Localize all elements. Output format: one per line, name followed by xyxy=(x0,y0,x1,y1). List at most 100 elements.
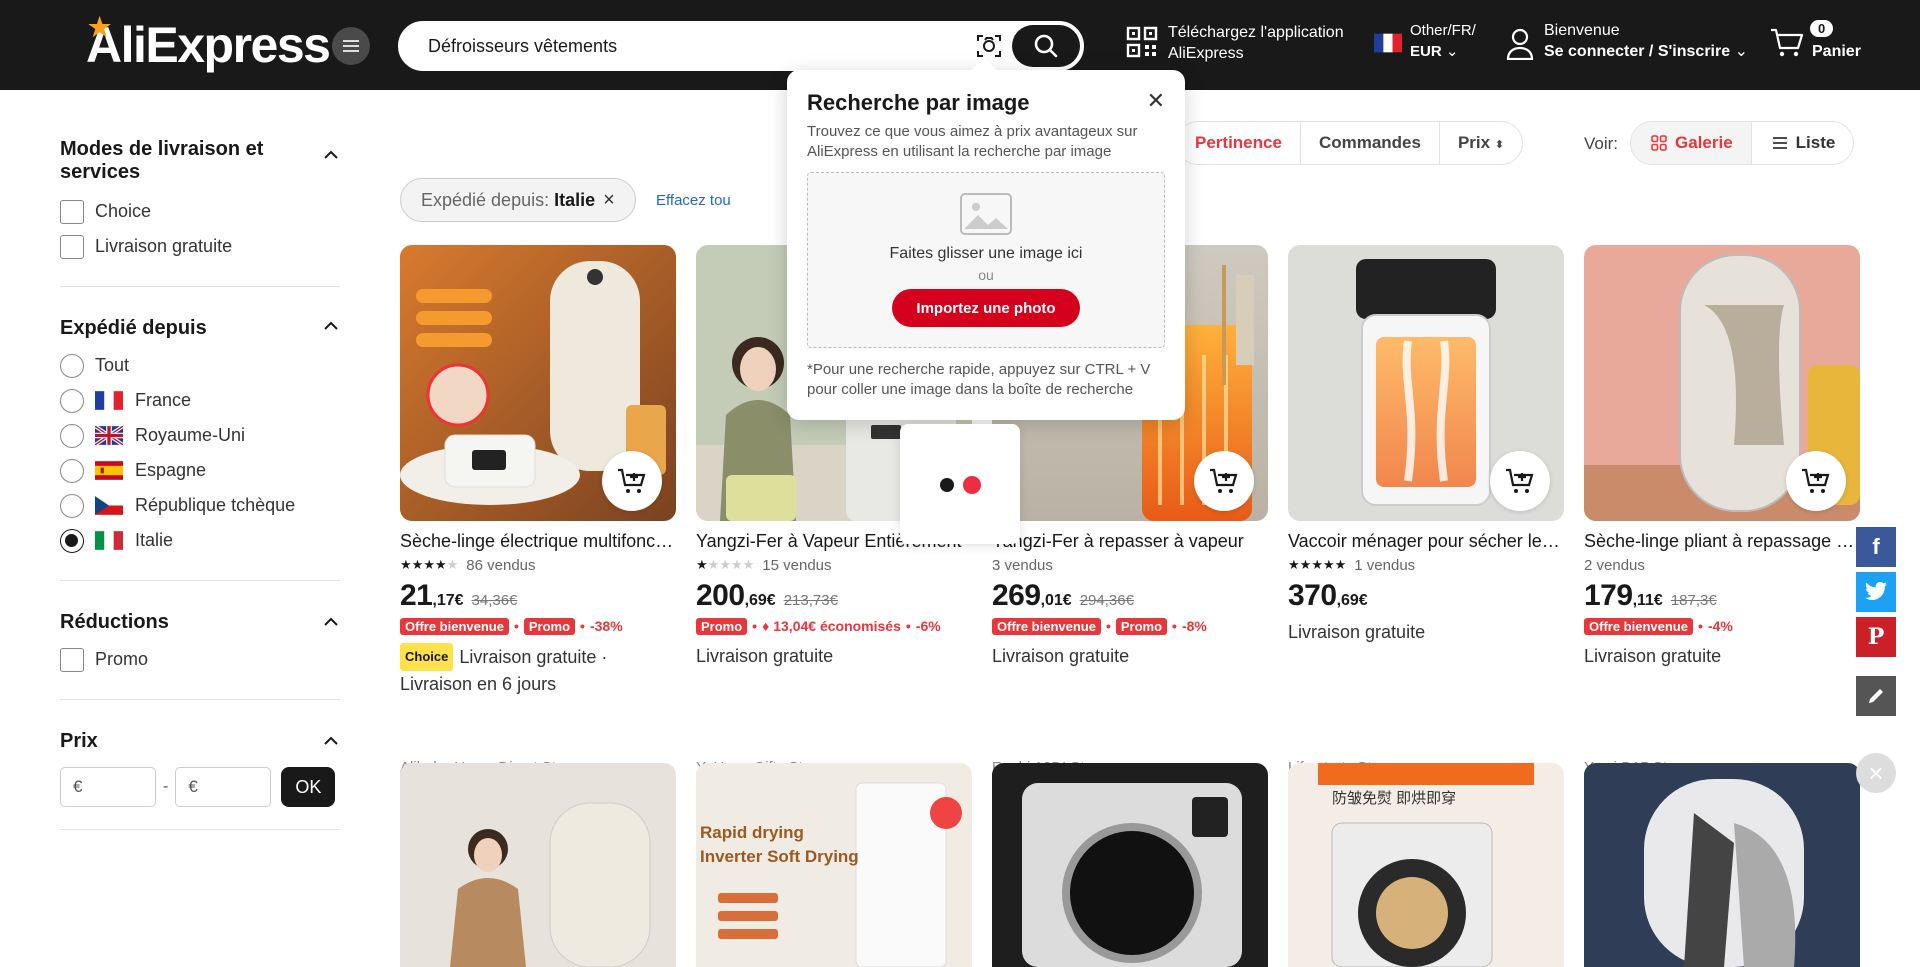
price-decimal: ,17€ xyxy=(432,592,464,609)
checkbox[interactable] xyxy=(60,199,84,224)
signin-link[interactable]: Se connecter / S'inscrire xyxy=(1544,43,1730,60)
product-price: 179,11€ 187,3€ xyxy=(1584,579,1860,615)
chevron-up-icon[interactable] xyxy=(324,150,338,159)
radio[interactable] xyxy=(60,423,84,448)
product-card[interactable] xyxy=(1584,763,1860,967)
option-label: France xyxy=(135,390,192,410)
close-icon[interactable]: ✕ xyxy=(1147,88,1165,114)
filter-option-promo[interactable]: Promo xyxy=(60,642,340,677)
menu-button[interactable] xyxy=(332,27,370,65)
product-image[interactable] xyxy=(1584,763,1860,967)
region-selector[interactable]: Other/FR/EUR ⌄ xyxy=(1374,20,1476,62)
view-list[interactable]: Liste xyxy=(1750,122,1854,164)
radio[interactable] xyxy=(60,493,84,518)
chip-value: Italie xyxy=(554,189,596,210)
add-to-cart-button[interactable] xyxy=(1786,451,1846,511)
filter-option-free-shipping[interactable]: Livraison gratuite xyxy=(60,229,340,264)
product-image[interactable] xyxy=(1584,245,1860,521)
filter-option-france[interactable]: France xyxy=(60,383,340,418)
radio[interactable] xyxy=(60,458,84,483)
promo-tags: Offre bienvenue • -4% xyxy=(1584,615,1860,637)
facebook-share-button[interactable]: f xyxy=(1856,527,1896,567)
active-filter-chip[interactable]: Expédié depuis: Italie × xyxy=(400,178,636,222)
sold-count: 2 vendus xyxy=(1584,556,1645,574)
rating-stars: ★ ★ ★ ★ ★ xyxy=(1288,557,1347,572)
radio-selected[interactable] xyxy=(60,528,84,553)
product-title[interactable]: Vaccoir ménager pour sécher le linge xyxy=(1288,531,1564,555)
close-icon[interactable]: × xyxy=(603,189,615,212)
product-title[interactable]: Yangzi-Fer à repasser à vapeur xyxy=(992,531,1268,555)
product-card[interactable]: Vaccoir ménager pour sécher le linge ★ ★ ★… xyxy=(1288,245,1564,776)
filter-option-uk[interactable]: Royaume-Uni xyxy=(60,418,340,453)
or-text: ou xyxy=(978,267,994,283)
add-to-cart-button[interactable] xyxy=(1490,451,1550,511)
product-card[interactable]: Sèche-linge électrique multifonction ★ ★ ★… xyxy=(400,245,676,776)
radio[interactable] xyxy=(60,353,84,378)
sort-price[interactable]: Prix ⬍ xyxy=(1438,122,1522,164)
add-to-cart-button[interactable] xyxy=(1194,451,1254,511)
radio[interactable] xyxy=(60,388,84,413)
sort-orders[interactable]: Commandes xyxy=(1299,122,1439,164)
product-title[interactable]: Sèche-linge électrique multifonction xyxy=(400,531,676,555)
filter-option-choice[interactable]: Choice xyxy=(60,194,340,229)
product-image[interactable]: Rapid drying Inverter Soft Drying xyxy=(696,763,972,967)
twitter-share-button[interactable] xyxy=(1856,572,1896,612)
product-image[interactable] xyxy=(400,763,676,967)
product-image[interactable] xyxy=(400,245,676,521)
product-image[interactable]: 防皱免熨 即烘即穿 xyxy=(1288,763,1564,967)
user-icon xyxy=(1506,28,1534,60)
chevron-up-icon[interactable] xyxy=(324,617,338,626)
filter-option-czech[interactable]: République tchèque xyxy=(60,488,340,523)
filter-title[interactable]: Prix xyxy=(60,730,290,753)
price-decimal: ,69€ xyxy=(1336,592,1368,609)
filter-title[interactable]: Réductions xyxy=(60,611,290,634)
old-price: 187,3€ xyxy=(1670,592,1717,609)
product-card[interactable]: Rapid drying Inverter Soft Drying xyxy=(696,763,972,967)
view-gallery[interactable]: Galerie xyxy=(1631,122,1751,164)
image-search-icon[interactable] xyxy=(976,33,1002,59)
product-image[interactable] xyxy=(1288,245,1564,521)
filter-discounts: Réductions Promo xyxy=(60,603,340,700)
filter-title[interactable]: Expédié depuis xyxy=(60,317,290,340)
pinterest-share-button[interactable]: P xyxy=(1856,617,1896,657)
image-drop-zone[interactable]: Faites glisser une image ici ou Importez… xyxy=(807,172,1165,348)
product-card[interactable]: 防皱免熨 即烘即穿 xyxy=(1288,763,1564,967)
chevron-up-icon[interactable] xyxy=(324,321,338,330)
product-price: 269,01€ 294,36€ xyxy=(992,579,1268,615)
price-integer: 269 xyxy=(992,579,1041,612)
filter-option-all[interactable]: Tout xyxy=(60,348,340,383)
search-input[interactable] xyxy=(428,23,948,69)
promo-line2: Inverter Soft Drying xyxy=(700,847,859,866)
close-share-bar-button[interactable]: × xyxy=(1856,753,1896,793)
price-max-input[interactable]: € xyxy=(175,767,272,807)
price-ok-button[interactable]: OK xyxy=(281,767,336,807)
view-list-label: Liste xyxy=(1795,133,1836,152)
download-app-link[interactable]: Téléchargez l'application AliExpress xyxy=(1126,22,1344,64)
clear-all-filters-link[interactable]: Effacez tou xyxy=(656,192,731,209)
add-cart-icon xyxy=(1506,468,1534,493)
search-button[interactable] xyxy=(1012,25,1080,67)
price-min-input[interactable]: € xyxy=(60,767,156,807)
edit-share-button[interactable] xyxy=(1856,676,1896,716)
product-card[interactable]: Sèche-linge pliant à repassage automatiq… xyxy=(1584,245,1860,776)
chip-label: Expédié depuis: xyxy=(421,189,550,210)
currency: EUR xyxy=(1410,43,1442,60)
promo-tags: Offre bienvenue • Promo • -38% xyxy=(400,615,676,637)
product-card[interactable] xyxy=(400,763,676,967)
add-to-cart-button[interactable] xyxy=(602,451,662,511)
filter-option-spain[interactable]: Espagne xyxy=(60,453,340,488)
product-meta: ★ ★ ★ ★ ★ 1 vendus xyxy=(1288,555,1564,575)
product-title[interactable]: Sèche-linge pliant à repassage automatiq… xyxy=(1584,531,1860,555)
product-image[interactable] xyxy=(992,763,1268,967)
aliexpress-logo[interactable]: ★ AliExpress xyxy=(86,12,331,74)
filter-option-italy[interactable]: Italie xyxy=(60,523,340,558)
upload-photo-button[interactable]: Importez une photo xyxy=(892,289,1080,327)
account-menu[interactable]: Bienvenue Se connecter / S'inscrire ⌄ xyxy=(1506,20,1748,62)
product-card[interactable] xyxy=(992,763,1268,967)
sort-relevance[interactable]: Pertinence xyxy=(1177,122,1300,164)
checkbox[interactable] xyxy=(60,234,84,259)
filter-title[interactable]: Modes de livraison et services xyxy=(60,138,290,184)
checkbox[interactable] xyxy=(60,647,84,672)
discount-percent: -4% xyxy=(1707,618,1733,634)
chevron-up-icon[interactable] xyxy=(324,736,338,745)
